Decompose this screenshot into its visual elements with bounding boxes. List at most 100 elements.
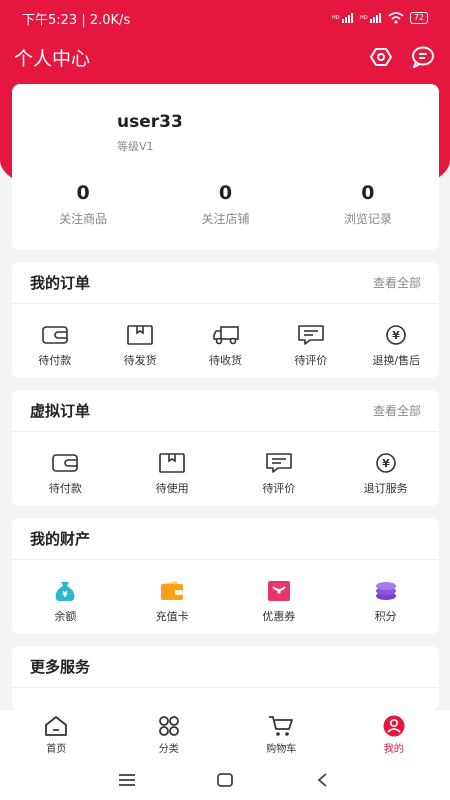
category-icon <box>158 716 179 736</box>
stat-value: 0 <box>218 182 233 204</box>
svg-text:HD: HD <box>360 15 368 21</box>
order-label: 待发货 <box>123 354 157 367</box>
order-label: 退换/售后 <box>372 354 421 367</box>
section-title: 更多服务 <box>30 658 91 676</box>
status-time: 下午5:23 | 2.0K/s <box>22 12 131 28</box>
home-icon <box>45 716 68 736</box>
coupon-icon <box>267 581 290 601</box>
menu-icon[interactable] <box>118 773 136 787</box>
order-label: 待付款 <box>38 354 72 367</box>
virtual-pending-payment[interactable]: 待付款 <box>12 452 119 496</box>
virtual-orders-card: 虚拟订单 查看全部 待付款 待使用 待评价 ¥ 退订服务 <box>12 390 439 506</box>
order-pending-shipment[interactable]: 待发货 <box>97 324 182 368</box>
asset-recharge-card[interactable]: 充值卡 <box>119 580 226 624</box>
profile-icon <box>383 715 405 737</box>
profile-stats: 0 关注商品 0 关注店铺 0 浏览记录 <box>12 182 439 227</box>
tab-label: 分类 <box>158 744 179 755</box>
username: user33 <box>117 112 183 132</box>
stat-followed-shops[interactable]: 0 关注店铺 <box>154 182 296 227</box>
virtual-pending-review[interactable]: 待评价 <box>226 452 333 496</box>
svg-text:¥: ¥ <box>382 457 390 470</box>
order-label: 待付款 <box>48 482 82 495</box>
my-assets-card: 我的财产 ¥ 余额 充值卡 优惠券 积分 <box>12 518 439 634</box>
assets-grid: ¥ 余额 充值卡 优惠券 积分 <box>12 560 439 624</box>
svg-text:¥: ¥ <box>393 329 401 342</box>
order-pending-review[interactable]: 待评价 <box>268 324 353 368</box>
points-icon <box>375 582 396 600</box>
order-label: 待使用 <box>155 482 189 495</box>
profile-card: user33 等级V1 0 关注商品 0 关注店铺 0 浏览记录 <box>12 84 439 250</box>
section-header: 虚拟订单 查看全部 <box>12 390 439 432</box>
virtual-refund[interactable]: ¥ 退订服务 <box>332 452 439 496</box>
home-square-icon[interactable] <box>216 773 234 787</box>
stat-label: 关注店铺 <box>201 212 250 226</box>
settings-icon[interactable] <box>368 44 394 70</box>
stat-label: 浏览记录 <box>343 212 392 226</box>
stat-value: 0 <box>76 182 90 204</box>
section-title: 虚拟订单 <box>30 402 91 420</box>
tab-cart[interactable]: 购物车 <box>225 710 338 760</box>
order-pending-payment[interactable]: 待付款 <box>12 324 97 368</box>
cart-icon <box>269 716 294 736</box>
order-label: 待评价 <box>262 482 296 495</box>
view-all-link[interactable]: 查看全部 <box>373 402 421 419</box>
order-pending-receipt[interactable]: 待收货 <box>183 324 268 368</box>
card-wallet-icon <box>161 581 184 600</box>
section-title: 我的订单 <box>30 274 91 292</box>
stat-value: 0 <box>361 182 375 204</box>
status-bar: 下午5:23 | 2.0K/s HD HD 72 <box>0 0 450 36</box>
svg-text:HD: HD <box>332 15 340 21</box>
order-status-grid: 待付款 待发货 待收货 待评价 ¥ 退换/售后 <box>12 304 439 368</box>
section-header: 我的财产 <box>12 518 439 560</box>
asset-label: 优惠券 <box>262 610 296 623</box>
asset-label: 积分 <box>374 610 397 623</box>
message-icon[interactable] <box>410 44 436 70</box>
battery-icon: 72 <box>409 12 428 24</box>
comment-icon <box>266 453 292 473</box>
signal-icon: HD <box>332 13 353 23</box>
top-bar: 个人中心 <box>0 40 450 74</box>
refund-icon: ¥ <box>386 325 407 345</box>
box-icon <box>127 325 153 345</box>
wallet-icon <box>52 454 79 472</box>
bottom-tab-bar: 首页 分类 购物车 我的 <box>0 710 450 760</box>
box-icon <box>159 453 185 473</box>
my-orders-card: 我的订单 查看全部 待付款 待发货 待收货 待评价 ¥ 退换/售后 <box>12 262 439 378</box>
refund-icon: ¥ <box>375 453 396 473</box>
tab-home[interactable]: 首页 <box>0 710 113 760</box>
order-refund-aftersale[interactable]: ¥ 退换/售后 <box>354 324 439 368</box>
tab-mine[interactable]: 我的 <box>338 710 450 760</box>
truck-icon <box>212 326 239 345</box>
more-services-card: 更多服务 <box>12 646 439 710</box>
back-icon[interactable] <box>314 773 332 787</box>
system-icons: HD HD 72 <box>332 12 428 24</box>
avatar[interactable] <box>36 104 106 174</box>
stat-label: 关注商品 <box>59 212 108 226</box>
asset-label: 充值卡 <box>155 610 189 623</box>
tab-label: 首页 <box>46 744 67 755</box>
view-all-link[interactable]: 查看全部 <box>373 274 421 291</box>
stat-followed-goods[interactable]: 0 关注商品 <box>12 182 154 227</box>
system-nav-bar <box>0 760 450 800</box>
asset-label: 余额 <box>54 610 77 623</box>
member-level: 等级V1 <box>117 140 154 153</box>
virtual-order-grid: 待付款 待使用 待评价 ¥ 退订服务 <box>12 432 439 496</box>
order-label: 退订服务 <box>363 482 408 495</box>
page-title: 个人中心 <box>14 47 91 70</box>
section-title: 我的财产 <box>30 530 91 548</box>
section-header: 我的订单 查看全部 <box>12 262 439 304</box>
order-label: 待评价 <box>294 354 328 367</box>
tab-label: 我的 <box>383 744 404 755</box>
stat-browse-history[interactable]: 0 浏览记录 <box>297 182 439 227</box>
comment-icon <box>298 325 324 345</box>
tab-category[interactable]: 分类 <box>113 710 226 760</box>
order-label: 待收货 <box>209 354 243 367</box>
money-bag-icon: ¥ <box>56 582 75 601</box>
virtual-pending-use[interactable]: 待使用 <box>119 452 226 496</box>
asset-points[interactable]: 积分 <box>332 580 439 624</box>
asset-coupon[interactable]: 优惠券 <box>226 580 333 624</box>
asset-balance[interactable]: ¥ 余额 <box>12 580 119 624</box>
svg-text:¥: ¥ <box>63 590 69 599</box>
section-header: 更多服务 <box>12 646 439 688</box>
wifi-icon <box>388 12 404 24</box>
